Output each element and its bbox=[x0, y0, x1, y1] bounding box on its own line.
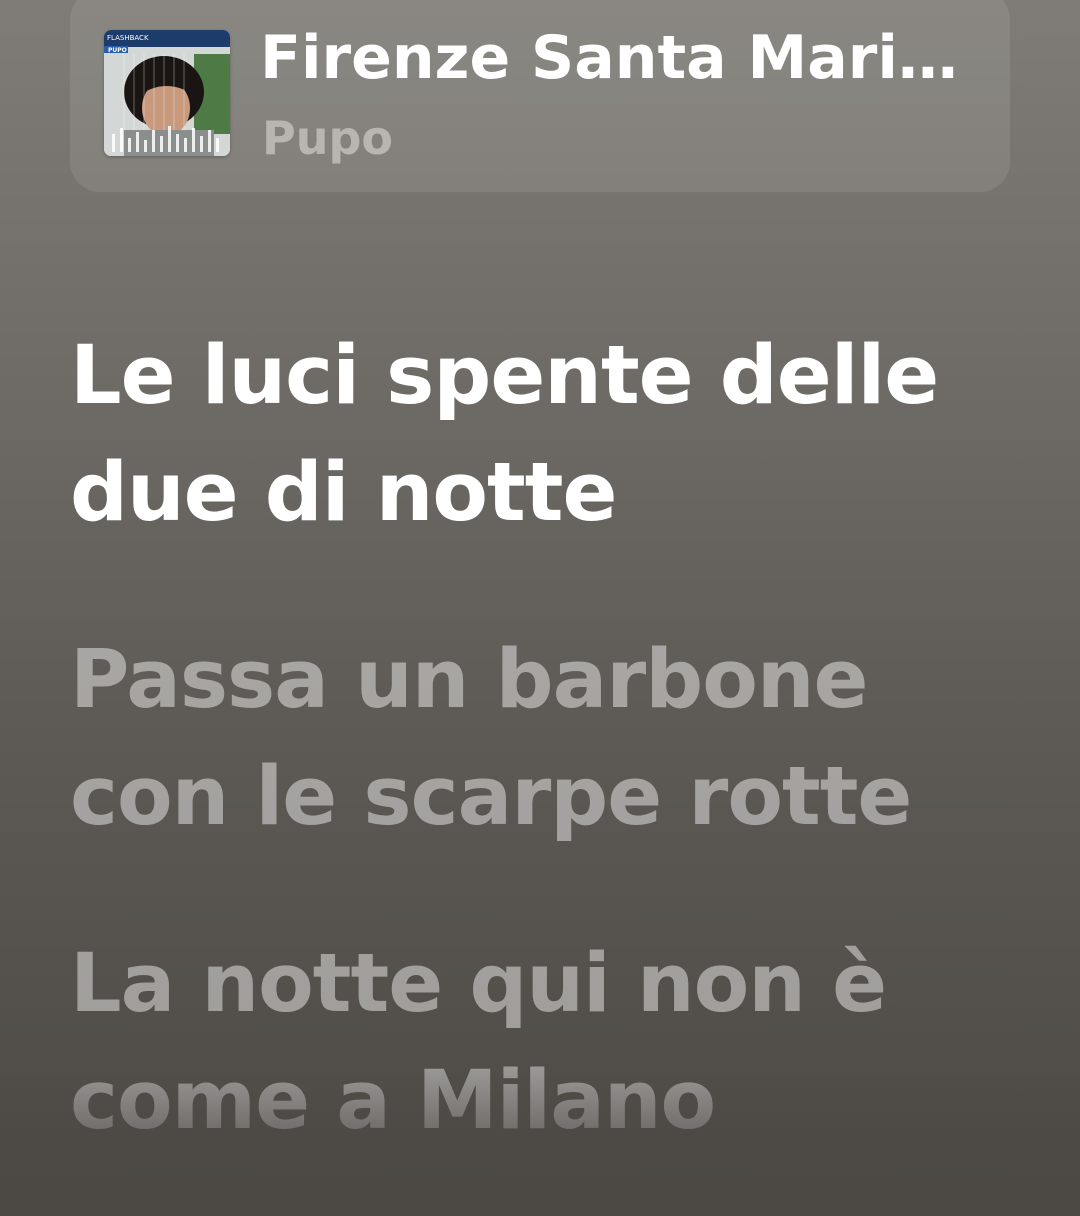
lyrics-view[interactable]: Le luci spente delle due di notte Passa … bbox=[70, 318, 1030, 1160]
artist-name[interactable]: Pupo bbox=[262, 108, 393, 168]
artwork-artist-label: PUPO bbox=[108, 47, 127, 54]
album-artwork[interactable]: FLASHBACK PUPO bbox=[104, 30, 230, 156]
artwork-image: FLASHBACK PUPO bbox=[104, 30, 230, 156]
lyric-line[interactable]: La notte qui non è come a Milano bbox=[70, 926, 1030, 1160]
song-title[interactable]: Firenze Santa Mari… bbox=[260, 22, 960, 94]
lyric-line-active[interactable]: Le luci spente delle due di notte bbox=[70, 318, 1030, 552]
artwork-banner-text: FLASHBACK bbox=[107, 34, 149, 42]
lyric-line[interactable]: Passa un barbone con le scarpe rotte bbox=[70, 622, 1030, 856]
